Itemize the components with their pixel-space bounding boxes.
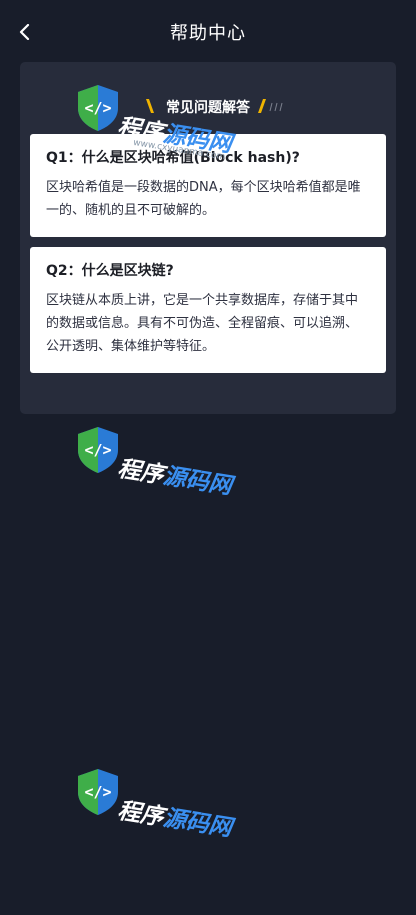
- svg-text:</>: </>: [84, 441, 111, 459]
- section-title: 常见问题解答: [166, 100, 250, 116]
- heading-decoration-left-icon: [146, 99, 154, 113]
- faq-card-q2[interactable]: Q2：什么是区块链? 区块链从本质上讲，它是一个共享数据库，存储于其中的数据或信…: [30, 247, 386, 373]
- watermark-text: 程序源码网: [115, 797, 234, 842]
- app-header: 帮助中心: [0, 0, 416, 64]
- watermark-logo: </> 程序源码网: [74, 766, 254, 846]
- faq-panel: 常见问题解答 Q1：什么是区块哈希值(Block hash)? 区块哈希值是一段…: [20, 62, 396, 414]
- shield-code-icon: </>: [78, 427, 118, 473]
- page-title: 帮助中心: [170, 23, 246, 44]
- shield-code-icon: </>: [78, 769, 118, 815]
- faq-answer: 区块链从本质上讲，它是一个共享数据库，存储于其中的数据或信息。具有不可伪造、全程…: [46, 293, 359, 354]
- watermark-logo: </> 程序源码网: [74, 424, 254, 504]
- watermark-text: 程序源码网: [115, 455, 234, 500]
- faq-question: Q1：什么是区块哈希值(Block hash)?: [46, 150, 300, 166]
- heading-decoration-right-icon: [258, 99, 283, 113]
- faq-question: Q2：什么是区块链?: [46, 263, 174, 279]
- faq-answer: 区块哈希值是一段数据的DNA，每个区块哈希值都是唯一的、随机的且不可破解的。: [46, 180, 361, 218]
- svg-text:</>: </>: [84, 783, 111, 801]
- faq-card-q1[interactable]: Q1：什么是区块哈希值(Block hash)? 区块哈希值是一段数据的DNA，…: [30, 134, 386, 237]
- section-heading: 常见问题解答: [20, 96, 396, 118]
